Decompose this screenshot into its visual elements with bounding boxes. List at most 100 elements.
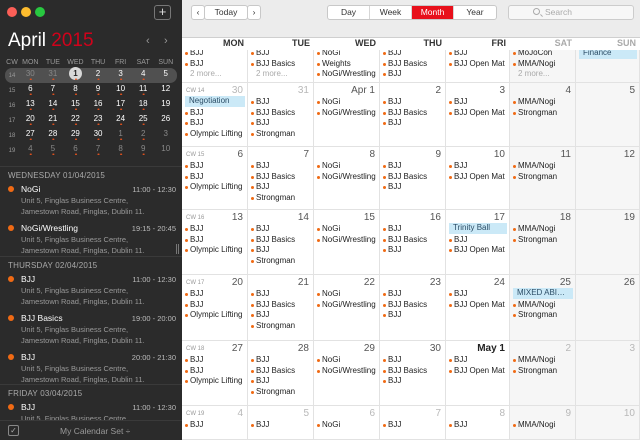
event-item[interactable]: BJJ xyxy=(185,50,245,59)
mini-day[interactable]: 1 •• xyxy=(109,128,132,143)
mini-day[interactable]: 27 •• xyxy=(19,128,42,143)
event-item[interactable]: BJJ xyxy=(185,366,245,377)
close-window-button[interactable] xyxy=(7,7,17,17)
event-item[interactable]: MMA/Nogi xyxy=(513,97,573,108)
event-item[interactable]: BJJ Open Mat xyxy=(449,366,507,377)
day-cell[interactable]: 11 MMA/Nogi Strongman xyxy=(510,147,576,210)
event-item[interactable]: Strongman xyxy=(251,321,311,332)
event-item[interactable]: BJJ xyxy=(251,50,311,59)
event-item[interactable]: NoGi xyxy=(317,224,377,235)
event-item[interactable]: BJJ xyxy=(185,59,245,70)
agenda-event[interactable]: NoGi 11:00 - 12:30 Unit 5, Finglas Busines… xyxy=(0,184,182,217)
day-cell[interactable]: 21 BJJ BJJ Basics BJJ Strongman xyxy=(248,275,314,341)
mini-day[interactable]: 8 •• xyxy=(109,143,132,158)
event-item[interactable]: BJJ xyxy=(449,289,507,300)
day-cell[interactable]: 6 CW 15 BJJ BJJ Olympic Lifting xyxy=(182,147,248,210)
mini-day[interactable]: 7 •• xyxy=(42,83,65,98)
event-item[interactable]: BJJ xyxy=(185,161,245,172)
chevron-right-icon[interactable]: › xyxy=(164,35,168,47)
event-item[interactable]: BJJ xyxy=(185,108,245,119)
event-item[interactable]: BJJ xyxy=(251,118,311,129)
event-item[interactable]: BJJ Basics xyxy=(383,366,443,377)
mini-day[interactable]: 22 •• xyxy=(64,113,87,128)
event-item[interactable]: BJJ xyxy=(383,355,443,366)
mini-day[interactable]: 10 •• xyxy=(109,83,132,98)
event-item[interactable]: BJJ Basics xyxy=(251,235,311,246)
event-item[interactable]: BJJ xyxy=(251,289,311,300)
event-item[interactable]: NoGi xyxy=(317,97,377,108)
day-cell[interactable]: 30 BJJ BJJ Basics BJJ xyxy=(380,341,446,406)
event-item[interactable]: MMA/Nogi xyxy=(513,161,573,172)
mini-day[interactable]: 13 •• xyxy=(19,98,42,113)
day-cell[interactable]: 10 BJJ BJJ Open Mat xyxy=(446,147,510,210)
day-cell[interactable]: 4 CW 19 BJJ xyxy=(182,406,248,440)
event-item[interactable]: BJJ Basics xyxy=(251,300,311,311)
event-item[interactable]: BJJ xyxy=(251,97,311,108)
day-cell[interactable]: 20 CW 17 BJJ BJJ Olympic Lifting xyxy=(182,275,248,341)
event-item[interactable]: NoGi xyxy=(317,355,377,366)
event-item[interactable]: Strongman xyxy=(513,366,573,377)
event-item[interactable]: BJJ xyxy=(251,245,311,256)
more-events-link[interactable]: 2 more... xyxy=(513,69,573,80)
day-cell[interactable]: 5 xyxy=(576,83,640,147)
mini-day[interactable]: 20 •• xyxy=(19,113,42,128)
agenda-event[interactable]: NoGi/Wrestling 19:15 - 20:45 Unit 5, Fingl… xyxy=(0,223,182,256)
view-week-button[interactable]: Week xyxy=(370,6,412,19)
mini-day[interactable]: 10 xyxy=(154,143,177,158)
mini-day[interactable]: 23 •• xyxy=(87,113,110,128)
event-item[interactable]: BJJ xyxy=(251,310,311,321)
mini-day[interactable]: 28 •• xyxy=(42,128,65,143)
day-cell[interactable]: 15 NoGi NoGi/Wrestling xyxy=(314,210,380,275)
event-item[interactable]: BJJ xyxy=(449,235,507,246)
mini-day[interactable]: 3 xyxy=(154,128,177,143)
mini-day[interactable]: 5 xyxy=(154,68,177,83)
day-cell[interactable]: 13 CW 16 BJJ BJJ Olympic Lifting xyxy=(182,210,248,275)
next-button[interactable]: › xyxy=(247,5,261,20)
event-item[interactable]: Olympic Lifting xyxy=(185,310,245,321)
event-item[interactable]: BJJ xyxy=(383,182,443,193)
event-item[interactable]: BJJ xyxy=(449,97,507,108)
event-item[interactable]: BJJ xyxy=(383,224,443,235)
event-item[interactable]: BJJ xyxy=(383,310,443,321)
event-item[interactable]: BJJ xyxy=(251,376,311,387)
mini-day[interactable]: 26 xyxy=(154,113,177,128)
all-day-event[interactable]: Finance xyxy=(579,50,637,59)
day-cell[interactable]: 7 BJJ xyxy=(380,406,446,440)
day-cell[interactable]: 25 MIXED ABI… MMA/Nogi Strongman xyxy=(510,275,576,341)
event-item[interactable]: BJJ Open Mat xyxy=(449,300,507,311)
event-item[interactable]: BJJ Basics xyxy=(383,300,443,311)
day-cell[interactable]: 12 xyxy=(576,147,640,210)
day-cell[interactable]: 8 BJJ xyxy=(446,406,510,440)
event-item[interactable]: BJJ xyxy=(449,355,507,366)
mini-day[interactable]: 24 •• xyxy=(109,113,132,128)
day-cell[interactable]: 2 MMA/Nogi Strongman xyxy=(510,341,576,406)
chevron-left-icon[interactable]: ‹ xyxy=(146,35,150,47)
today-button[interactable]: Today xyxy=(204,5,248,20)
search-input[interactable]: Search xyxy=(508,5,634,20)
mini-day[interactable]: 19 xyxy=(154,98,177,113)
agenda-event[interactable]: BJJ Basics 19:00 - 20:00 Unit 5, Finglas B… xyxy=(0,313,182,346)
event-item[interactable]: BJJ xyxy=(383,118,443,129)
mini-day[interactable]: 8 •• xyxy=(64,83,87,98)
mini-day[interactable]: 17 •• xyxy=(109,98,132,113)
day-cell[interactable]: 4 MMA/Nogi Strongman xyxy=(510,83,576,147)
mini-day[interactable]: 5 •• xyxy=(42,143,65,158)
event-item[interactable]: NoGi xyxy=(317,289,377,300)
day-cell[interactable]: 9 MMA/Nogi xyxy=(510,406,576,440)
event-item[interactable]: BJJ xyxy=(185,235,245,246)
event-item[interactable]: MoJoCon xyxy=(513,50,573,59)
mini-day[interactable]: 1 •• xyxy=(64,67,87,83)
event-item[interactable]: NoGi xyxy=(317,161,377,172)
mini-day[interactable]: 15 •• xyxy=(64,98,87,113)
event-item[interactable]: BJJ xyxy=(383,420,443,431)
all-day-event[interactable]: Trinity Ball xyxy=(449,223,507,234)
mini-day[interactable]: 30 •• xyxy=(19,68,42,83)
event-item[interactable]: NoGi/Wrestling xyxy=(317,235,377,246)
day-cell[interactable]: 5 BJJ xyxy=(248,406,314,440)
event-item[interactable]: Olympic Lifting xyxy=(185,182,245,193)
event-item[interactable]: BJJ Basics xyxy=(383,59,443,70)
event-item[interactable]: MMA/Nogi xyxy=(513,420,573,431)
event-item[interactable]: BJJ Open Mat xyxy=(449,59,507,70)
day-cell[interactable]: May 1 BJJ BJJ Open Mat xyxy=(446,341,510,406)
event-item[interactable]: Strongman xyxy=(513,310,573,321)
